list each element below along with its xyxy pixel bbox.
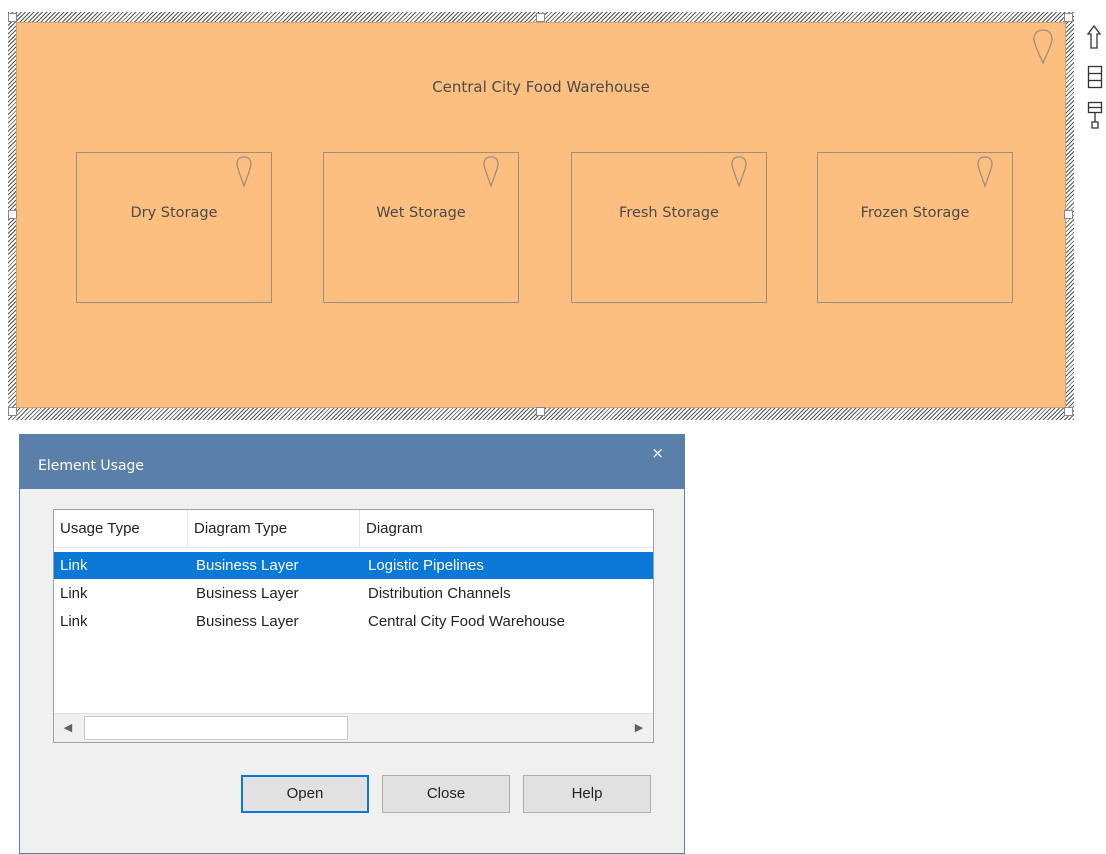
cell-diagram-type: Business Layer xyxy=(196,613,299,630)
cell-usage-type: Link xyxy=(60,613,88,630)
horizontal-scrollbar[interactable]: ◀ ▶ xyxy=(54,713,653,742)
location-pin-icon xyxy=(731,156,747,189)
resize-handle-bottom[interactable] xyxy=(536,407,545,416)
scroll-right-icon[interactable]: ▶ xyxy=(625,716,653,740)
open-button[interactable]: Open xyxy=(241,775,369,813)
close-button[interactable]: Close xyxy=(382,775,510,813)
format-painter-icon[interactable] xyxy=(1087,100,1103,130)
help-button[interactable]: Help xyxy=(523,775,651,813)
location-pin-icon xyxy=(1033,29,1053,65)
cell-diagram-type: Business Layer xyxy=(196,557,299,574)
table-row[interactable]: Link Business Layer Distribution Channel… xyxy=(54,580,653,607)
location-pin-icon xyxy=(977,156,993,189)
location-label: Frozen Storage xyxy=(860,205,970,221)
location-pin-icon xyxy=(483,156,499,189)
element-usage-dialog: Element Usage × Usage Type Diagram Type … xyxy=(19,434,685,854)
resize-handle-top-left[interactable] xyxy=(8,13,17,22)
location-pin-icon xyxy=(236,156,252,189)
location-title: Central City Food Warehouse xyxy=(432,78,650,96)
resize-handle-bottom-right[interactable] xyxy=(1064,407,1073,416)
table-row[interactable]: Link Business Layer Central City Food Wa… xyxy=(54,608,653,635)
close-icon[interactable]: × xyxy=(651,444,664,462)
arrow-up-icon[interactable] xyxy=(1086,24,1102,50)
scroll-left-icon[interactable]: ◀ xyxy=(54,716,82,740)
resize-handle-bottom-left[interactable] xyxy=(8,407,17,416)
resize-handle-top[interactable] xyxy=(536,13,545,22)
scrollbar-thumb[interactable] xyxy=(84,716,348,740)
resize-handle-top-right[interactable] xyxy=(1064,13,1073,22)
cell-diagram: Central City Food Warehouse xyxy=(368,613,566,630)
resize-handle-left[interactable] xyxy=(8,210,17,219)
location-element-warehouse[interactable]: Central City Food Warehouse Dry Storage … xyxy=(16,22,1066,408)
list-header: Usage Type Diagram Type Diagram xyxy=(54,510,653,548)
location-label: Wet Storage xyxy=(376,205,466,221)
cell-usage-type: Link xyxy=(60,557,88,574)
table-row[interactable]: Link Business Layer Logistic Pipelines xyxy=(54,552,653,579)
column-header-diagram-type[interactable]: Diagram Type xyxy=(188,510,360,547)
cell-diagram: Logistic Pipelines xyxy=(368,557,484,574)
dialog-titlebar[interactable]: Element Usage × xyxy=(20,435,684,489)
list-icon[interactable] xyxy=(1087,64,1103,90)
dialog-title: Element Usage xyxy=(38,458,145,474)
column-header-diagram[interactable]: Diagram xyxy=(360,510,653,547)
cell-diagram: Distribution Channels xyxy=(368,585,511,602)
cell-usage-type: Link xyxy=(60,585,88,602)
cell-diagram-type: Business Layer xyxy=(196,585,299,602)
location-element-frozen-storage[interactable]: Frozen Storage xyxy=(817,152,1013,303)
location-element-wet-storage[interactable]: Wet Storage xyxy=(323,152,519,303)
usage-list[interactable]: Usage Type Diagram Type Diagram Link Bus… xyxy=(53,509,654,743)
column-header-usage-type[interactable]: Usage Type xyxy=(54,510,188,547)
location-label: Dry Storage xyxy=(130,205,218,221)
location-element-dry-storage[interactable]: Dry Storage xyxy=(76,152,272,303)
location-element-fresh-storage[interactable]: Fresh Storage xyxy=(571,152,767,303)
resize-handle-right[interactable] xyxy=(1064,210,1073,219)
location-label: Fresh Storage xyxy=(619,205,719,221)
